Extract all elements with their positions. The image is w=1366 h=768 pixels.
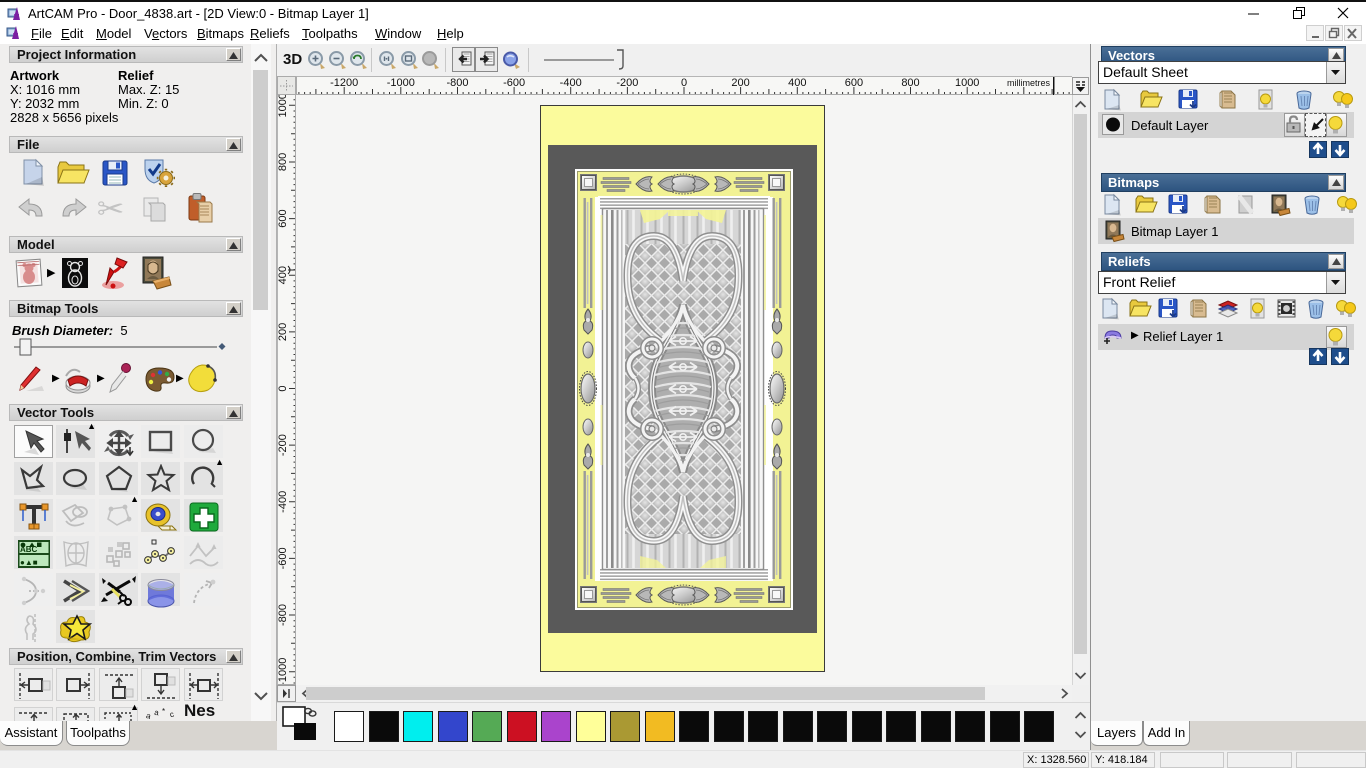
- svg-text:-200: -200: [277, 434, 289, 456]
- svg-text:-400: -400: [277, 491, 289, 513]
- svg-text:●▲■: ●▲■: [20, 558, 38, 567]
- svg-text:400: 400: [277, 266, 289, 284]
- svg-text:millimetres: millimetres: [1007, 78, 1051, 88]
- svg-text:-800: -800: [446, 77, 468, 89]
- svg-text:200: 200: [277, 323, 289, 341]
- svg-text:-1000: -1000: [277, 658, 289, 685]
- svg-text:-600: -600: [503, 77, 525, 89]
- svg-text:600: 600: [845, 77, 863, 89]
- svg-text:-400: -400: [560, 77, 582, 89]
- svg-text:800: 800: [277, 153, 289, 171]
- svg-text:a: a: [154, 708, 160, 718]
- svg-text:*: *: [162, 707, 165, 716]
- svg-text:800: 800: [901, 77, 919, 89]
- svg-text:-1200: -1200: [330, 77, 358, 89]
- svg-text:600: 600: [277, 209, 289, 227]
- svg-text:1000: 1000: [277, 95, 289, 118]
- svg-text:-600: -600: [277, 547, 289, 569]
- svg-text:0: 0: [277, 385, 289, 391]
- svg-text:-200: -200: [616, 77, 638, 89]
- svg-text:200: 200: [731, 77, 749, 89]
- svg-text:400: 400: [788, 77, 806, 89]
- svg-text:-800: -800: [277, 604, 289, 626]
- svg-text:c: c: [169, 710, 175, 720]
- svg-text:0: 0: [681, 77, 687, 89]
- svg-text:a: a: [145, 711, 153, 721]
- svg-text:-1000: -1000: [387, 77, 415, 89]
- svg-text:1000: 1000: [955, 77, 979, 89]
